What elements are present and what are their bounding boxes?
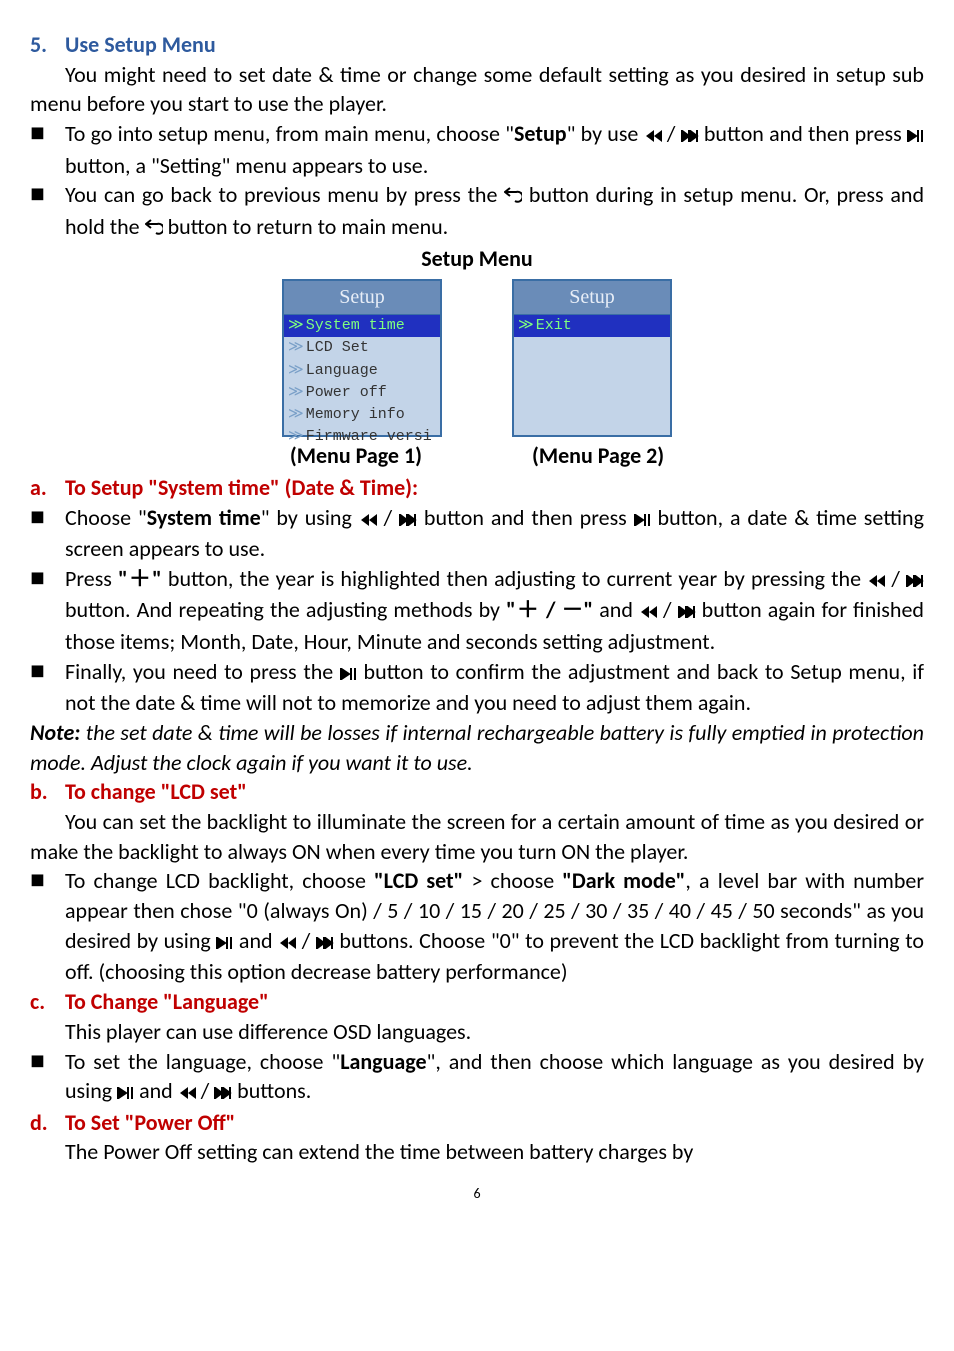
square-bullet-icon: ◼: [30, 119, 65, 146]
prev-icon: [639, 596, 657, 626]
bullet-text: Press "＋" button, the year is highlighte…: [65, 564, 924, 657]
next-icon: [214, 1077, 232, 1107]
bullet-item: ◼ To go into setup menu, from main menu,…: [30, 119, 924, 180]
square-bullet-icon: ◼: [30, 657, 65, 684]
menu-item: ≫Language: [284, 360, 440, 382]
bullet-item: ◼ Press "＋" button, the year is highligh…: [30, 564, 924, 657]
menu-item: ≫Memory info: [284, 404, 440, 426]
subsection-a-heading: a.To Setup "System time" (Date & Time):: [30, 473, 924, 503]
subsection-c-heading: c.To Change "Language": [30, 987, 924, 1017]
play-pause-icon: [117, 1077, 134, 1107]
note-label: Note:: [30, 719, 80, 746]
menu-page-2: Setup ≫Exit: [512, 279, 672, 437]
square-bullet-icon: ◼: [30, 564, 65, 591]
bullet-text: You can go back to previous menu by pres…: [65, 180, 924, 243]
play-pause-icon: [216, 927, 233, 957]
next-icon: [399, 504, 417, 534]
play-pause-icon: [634, 504, 651, 534]
bullet-text: To set the language, choose "Language", …: [65, 1047, 924, 1108]
menu-item-selected: ≫System time: [284, 315, 440, 337]
prev-icon: [867, 565, 885, 595]
next-icon: [906, 565, 924, 595]
back-icon: [504, 181, 522, 211]
note-paragraph: Note: the set date & time will be losses…: [30, 718, 924, 777]
subsection-b-intro: You can set the backlight to illuminate …: [30, 807, 924, 866]
menu-item: ≫Power off: [284, 382, 440, 404]
play-pause-icon: [907, 120, 924, 150]
menu-caption-1: (Menu Page 1): [290, 441, 422, 471]
menu-title: Setup: [514, 281, 670, 315]
bullet-item: ◼ You can go back to previous menu by pr…: [30, 180, 924, 243]
menu-item: ≫LCD Set: [284, 337, 440, 359]
subsection-d-intro: The Power Off setting can extend the tim…: [30, 1137, 924, 1167]
square-bullet-icon: ◼: [30, 866, 65, 893]
bullet-text: To go into setup menu, from main menu, c…: [65, 119, 924, 180]
prev-icon: [644, 120, 662, 150]
next-icon: [316, 927, 334, 957]
next-icon: [678, 596, 696, 626]
menu-title: Setup: [284, 281, 440, 315]
bullet-text: Finally, you need to press the button to…: [65, 657, 924, 718]
bullet-text: Choose "System time" by using / button a…: [65, 503, 924, 564]
page-number: 6: [30, 1185, 924, 1204]
menu-caption-2: (Menu Page 2): [532, 441, 664, 471]
section-number: 5.: [30, 30, 65, 60]
bullet-text: To change LCD backlight, choose "LCD set…: [65, 866, 924, 987]
menu-screenshots: Setup ≫System time ≫LCD Set ≫Language ≫P…: [30, 279, 924, 437]
section-title: Use Setup Menu: [65, 31, 216, 58]
setup-menu-title: Setup Menu: [30, 244, 924, 274]
square-bullet-icon: ◼: [30, 1047, 65, 1074]
menu-page-1: Setup ≫System time ≫LCD Set ≫Language ≫P…: [282, 279, 442, 437]
bullet-item: ◼ To change LCD backlight, choose "LCD s…: [30, 866, 924, 987]
next-icon: [681, 120, 699, 150]
prev-icon: [278, 927, 296, 957]
menu-captions: (Menu Page 1) (Menu Page 2): [30, 441, 924, 471]
note-text: the set date & time will be losses if in…: [30, 719, 924, 776]
subsection-b-heading: b.To change "LCD set": [30, 777, 924, 807]
menu-item-selected: ≫Exit: [514, 315, 670, 337]
play-pause-icon: [340, 658, 357, 688]
prev-icon: [178, 1077, 196, 1107]
intro-paragraph: You might need to set date & time or cha…: [30, 60, 924, 119]
bullet-item: ◼ Choose "System time" by using / button…: [30, 503, 924, 564]
subsection-c-intro: This player can use difference OSD langu…: [30, 1017, 924, 1047]
back-icon: [145, 213, 163, 243]
section-heading: 5.Use Setup Menu: [30, 30, 924, 60]
square-bullet-icon: ◼: [30, 180, 65, 207]
bullet-item: ◼ Finally, you need to press the button …: [30, 657, 924, 718]
subsection-d-heading: d.To Set "Power Off": [30, 1108, 924, 1138]
prev-icon: [359, 504, 377, 534]
square-bullet-icon: ◼: [30, 503, 65, 530]
bullet-item: ◼ To set the language, choose "Language"…: [30, 1047, 924, 1108]
